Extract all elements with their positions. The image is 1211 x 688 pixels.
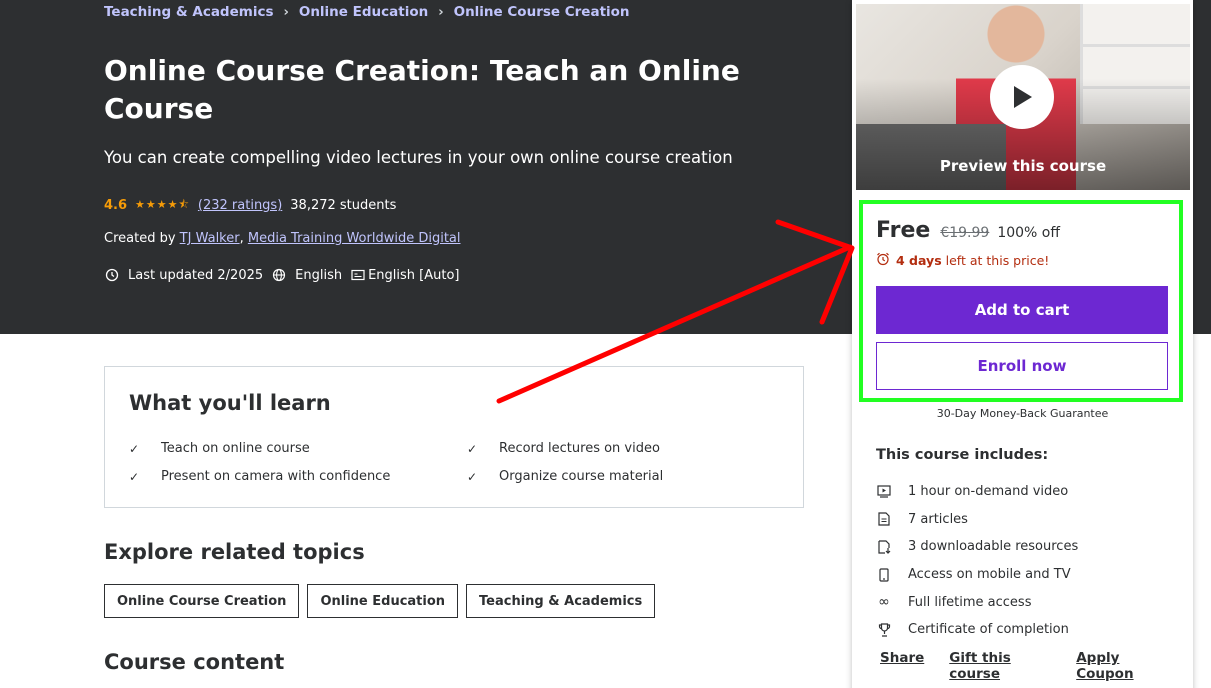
closed-captions-icon <box>350 267 366 283</box>
include-text: Access on mobile and TV <box>908 567 1071 583</box>
preview-label[interactable]: Preview this course <box>856 157 1190 175</box>
money-back-guarantee: 30-Day Money-Back Guarantee <box>936 407 1109 420</box>
related-topics: Online Course Creation Online Education … <box>104 584 663 618</box>
include-text: 3 downloadable resources <box>908 539 1079 555</box>
check-icon: ✓ <box>467 469 478 484</box>
list-item: ∞ Full lifetime access <box>876 588 1078 616</box>
list-item: Certificate of completion <box>876 616 1078 644</box>
course-content-title: Course content <box>104 650 285 674</box>
check-icon: ✓ <box>129 441 140 456</box>
learn-text: Teach on online course <box>161 441 310 456</box>
instructor-link[interactable]: Media Training Worldwide Digital <box>248 231 461 246</box>
ratings-count-link[interactable]: (232 ratings) <box>198 198 282 213</box>
breadcrumb-item[interactable]: Online Course Creation <box>454 4 630 20</box>
alert-clock-icon <box>104 267 120 283</box>
includes-title: This course includes: <box>876 447 1049 463</box>
related-topics-title: Explore related topics <box>104 540 365 564</box>
language-text: English <box>295 267 343 283</box>
green-highlight-box <box>859 200 1183 402</box>
what-you-learn: What you'll learn ✓ Teach on online cour… <box>104 366 804 508</box>
language: English <box>271 267 342 283</box>
learn-text: Organize course material <box>499 469 664 484</box>
learn-item: ✓ Present on camera with confidence <box>129 469 390 484</box>
topic-chip[interactable]: Online Education <box>307 584 459 618</box>
list-item: Access on mobile and TV <box>876 561 1078 589</box>
includes-list: 1 hour on-demand video 7 articles 3 down… <box>876 478 1078 644</box>
topic-chip[interactable]: Online Course Creation <box>104 584 300 618</box>
article-icon <box>876 511 892 527</box>
mobile-icon <box>876 567 892 583</box>
breadcrumb-item[interactable]: Online Education <box>299 4 428 20</box>
sidebar-links: Share Gift this course Apply Coupon <box>880 650 1193 682</box>
created-by: Created by TJ Walker, Media Training Wor… <box>104 231 461 246</box>
video-icon <box>876 484 892 500</box>
course-title: Online Course Creation: Teach an Online … <box>104 54 740 125</box>
learn-item: ✓ Record lectures on video <box>467 441 660 456</box>
gift-course-link[interactable]: Gift this course <box>949 650 1051 682</box>
download-file-icon <box>876 539 892 555</box>
share-link[interactable]: Share <box>880 650 924 682</box>
star-rating-icon: ★★★★⯪ <box>135 198 190 211</box>
section-title: What you'll learn <box>129 391 331 415</box>
chevron-right-icon: › <box>438 4 444 20</box>
list-item: 1 hour on-demand video <box>876 478 1078 506</box>
captions: English [Auto] <box>350 267 460 283</box>
rating-row: 4.6 ★★★★⯪ (232 ratings) 38,272 students <box>104 196 396 215</box>
captions-text: English [Auto] <box>368 267 460 283</box>
check-icon: ✓ <box>467 441 478 456</box>
learn-text: Present on camera with confidence <box>161 469 391 484</box>
learn-item: ✓ Organize course material <box>467 469 663 484</box>
learn-item: ✓ Teach on online course <box>129 441 310 456</box>
globe-icon <box>271 267 287 283</box>
infinity-icon: ∞ <box>878 594 890 611</box>
include-text: Certificate of completion <box>908 622 1069 638</box>
include-text: Full lifetime access <box>908 594 1032 610</box>
include-text: 1 hour on-demand video <box>908 484 1069 500</box>
course-subtitle: You can create compelling video lectures… <box>104 148 733 167</box>
play-icon[interactable] <box>990 65 1054 129</box>
course-preview[interactable]: Preview this course <box>856 4 1190 190</box>
list-item: 7 articles <box>876 506 1078 534</box>
rating-value: 4.6 <box>104 198 128 213</box>
last-updated: Last updated 2/2025 <box>104 267 263 283</box>
breadcrumb: Teaching & Academics › Online Education … <box>104 4 630 20</box>
breadcrumb-item[interactable]: Teaching & Academics <box>104 4 273 20</box>
include-text: 7 articles <box>908 511 968 527</box>
apply-coupon-link[interactable]: Apply Coupon <box>1076 650 1168 682</box>
topic-chip[interactable]: Teaching & Academics <box>466 584 656 618</box>
learn-text: Record lectures on video <box>499 441 660 456</box>
last-updated-text: Last updated 2/2025 <box>128 267 264 283</box>
course-meta: Last updated 2/2025 English English [Aut… <box>104 267 468 283</box>
chevron-right-icon: › <box>283 4 289 20</box>
trophy-icon <box>876 622 892 638</box>
students-count: 38,272 students <box>290 198 397 213</box>
list-item: 3 downloadable resources <box>876 533 1078 561</box>
check-icon: ✓ <box>129 469 140 484</box>
created-by-label: Created by <box>104 231 176 246</box>
instructor-link[interactable]: TJ Walker <box>180 231 240 246</box>
